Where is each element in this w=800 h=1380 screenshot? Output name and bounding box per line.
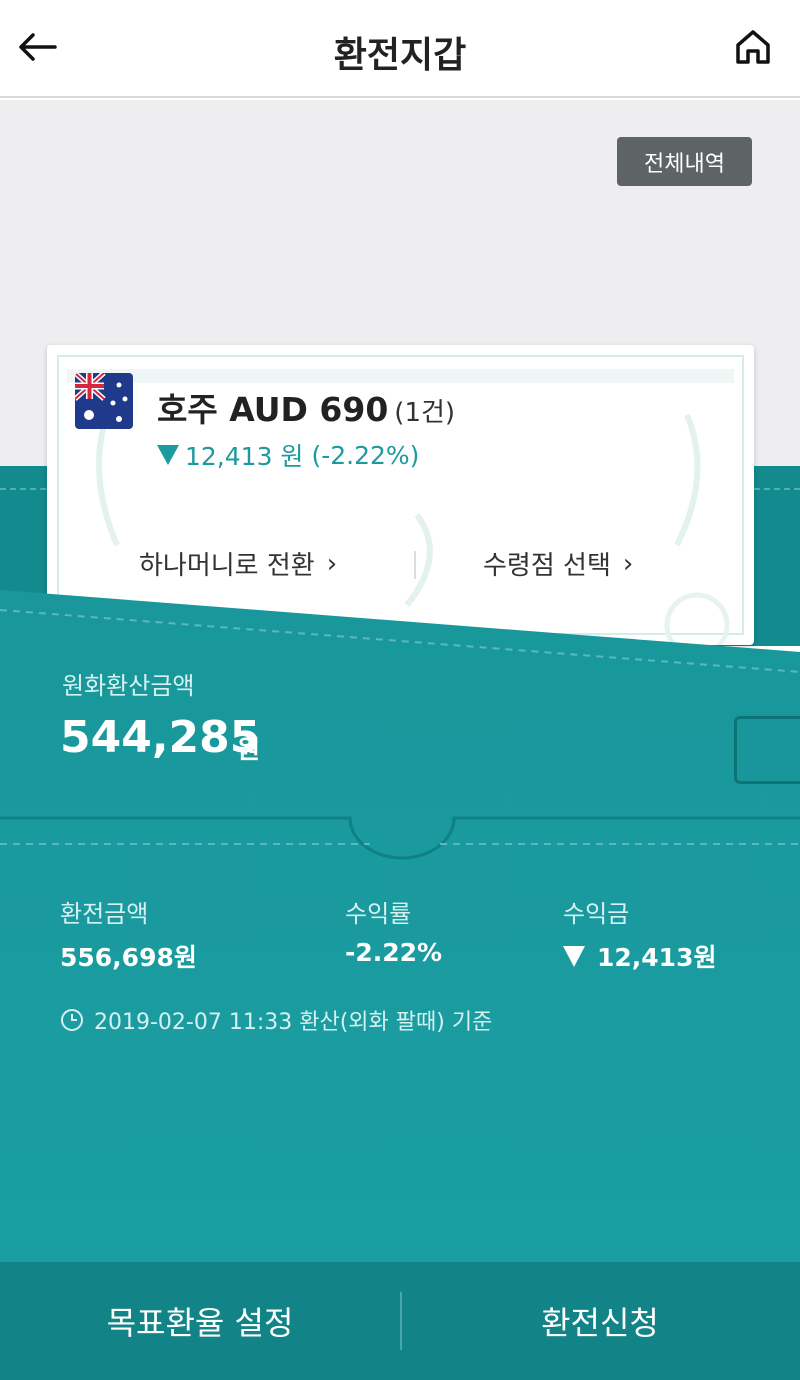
apply-exchange-button[interactable]: 환전신청 xyxy=(400,1262,800,1380)
krw-converted-amount: 544,285 xyxy=(60,712,261,763)
home-button[interactable] xyxy=(728,22,778,72)
set-target-rate-button[interactable]: 목표환율 설정 xyxy=(0,1262,400,1380)
timestamp-text: 2019-02-07 11:33 환산(외화 팔때) 기준 xyxy=(94,1010,493,1035)
currency-title: 호주 AUD 690 (1건) xyxy=(157,383,455,431)
pickup-link-label: 수령점 선택 xyxy=(483,551,611,581)
currency-change: 12,413 원 (-2.22%) xyxy=(157,437,419,473)
card-divider xyxy=(414,551,416,579)
exchange-amount-value: 556,698원 xyxy=(60,943,197,972)
bottom-divider xyxy=(400,1292,402,1350)
profit-label: 수익금 xyxy=(563,900,630,928)
convert-link-label: 하나머니로 전환 xyxy=(139,551,315,581)
clock-icon xyxy=(61,1009,83,1031)
return-rate-value: -2.22% xyxy=(345,938,443,967)
profit-amount: 12,413원 xyxy=(597,943,717,972)
header-bar: 환전지갑 xyxy=(0,0,800,98)
change-amount: 12,413 원 xyxy=(185,442,304,471)
return-rate-label: 수익률 xyxy=(345,900,412,928)
krw-unit: 원 xyxy=(237,735,261,764)
chevron-right-icon: › xyxy=(622,548,634,579)
australia-flag-icon xyxy=(75,373,133,429)
bottom-action-bar: 목표환율 설정 환전신청 xyxy=(0,1262,800,1380)
chevron-right-icon: › xyxy=(326,548,338,579)
page-title: 환전지갑 xyxy=(333,35,467,76)
full-history-button[interactable]: 전체내역 xyxy=(617,137,752,186)
rate-timestamp: 2019-02-07 11:33 환산(외화 팔때) 기준 xyxy=(60,1004,492,1036)
down-triangle-icon xyxy=(563,945,585,967)
profit-value: 12,413원 xyxy=(563,938,716,974)
select-pickup-branch-link[interactable]: 수령점 선택 › xyxy=(483,545,633,582)
krw-converted-label: 원화환산금액 xyxy=(62,672,195,700)
convert-to-hanamoney-link[interactable]: 하나머니로 전환 › xyxy=(139,545,337,582)
down-triangle-icon xyxy=(157,445,179,465)
currency-title-text: 호주 AUD 690 xyxy=(157,390,389,429)
exchange-amount-label: 환전금액 xyxy=(60,900,149,928)
wallet-clasp xyxy=(734,716,800,784)
transaction-count: (1건) xyxy=(394,398,456,428)
home-icon xyxy=(736,30,770,64)
change-percent: (-2.22%) xyxy=(311,440,420,470)
